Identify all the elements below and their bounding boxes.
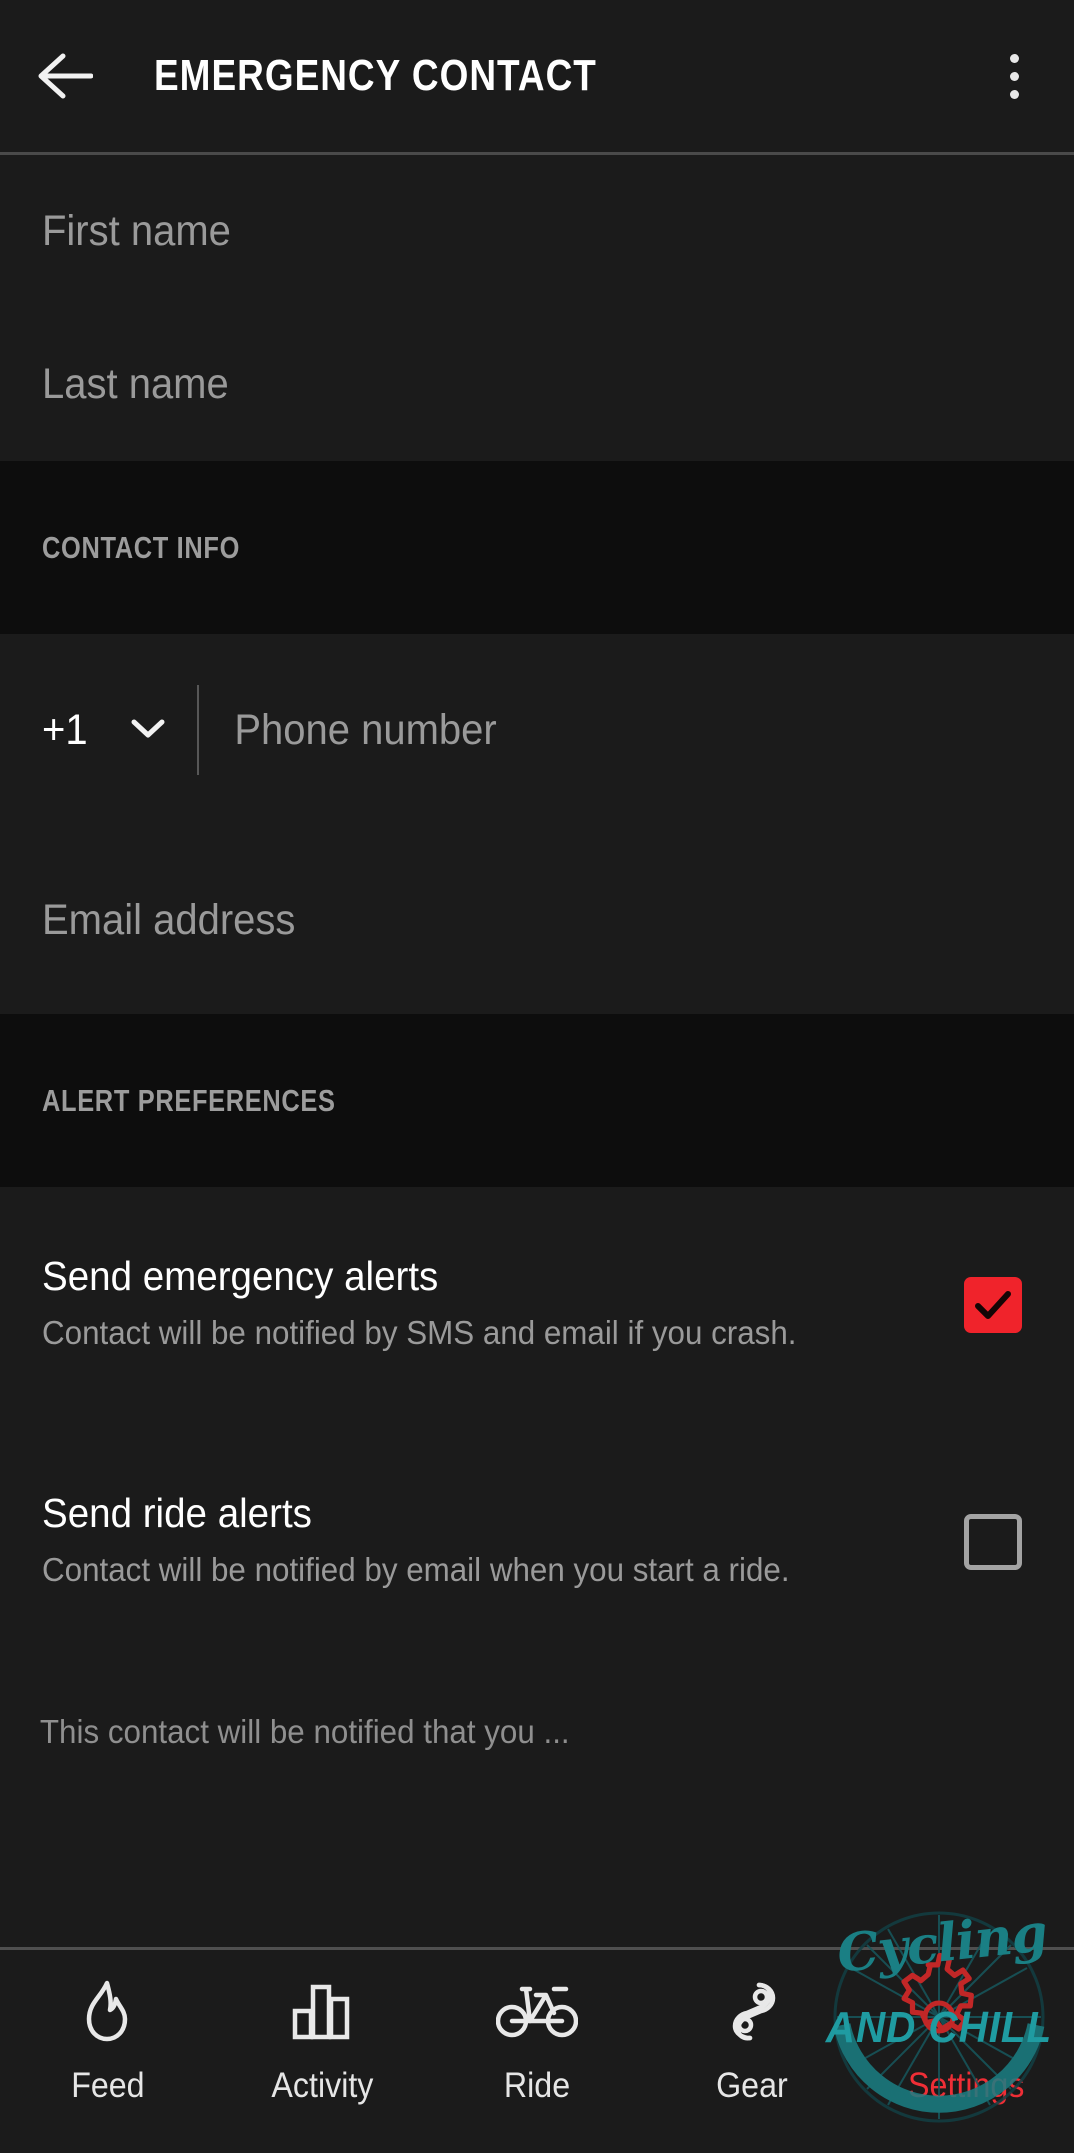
contact-info-section-header: CONTACT INFO [0, 461, 1074, 634]
alert-preferences-section-header: ALERT PREFERENCES [0, 1014, 1074, 1187]
nav-label: Activity [271, 2066, 374, 2105]
ride-alerts-checkbox[interactable] [964, 1514, 1022, 1570]
nav-label: Feed [70, 2066, 145, 2105]
alert-preferences-label: ALERT PREFERENCES [42, 1082, 336, 1118]
emergency-alerts-checkbox[interactable] [964, 1276, 1022, 1333]
alert-title: Send emergency alerts [42, 1252, 439, 1299]
phone-number-row: +1 Phone number [0, 634, 1074, 826]
back-button[interactable] [0, 0, 130, 152]
bottom-nav-divider [0, 1947, 1074, 1950]
alert-row-ride[interactable]: Send ride alerts Contact will be notifie… [0, 1422, 1074, 1662]
bicycle-icon [495, 1976, 578, 2046]
first-name-field[interactable]: First name [0, 155, 1074, 308]
app-header: EMERGENCY CONTACT [0, 0, 1074, 152]
bar-chart-icon [291, 1976, 353, 2046]
check-icon [975, 1290, 1011, 1319]
bottom-navigation-bar: Feed Activity Ride Gear Settings [0, 1950, 1074, 2153]
arrow-left-icon [37, 50, 93, 102]
alert-preferences-footer-note: This contact will be notified that you .… [39, 1713, 570, 1750]
more-vertical-icon-dot [1009, 89, 1019, 99]
overflow-menu-button[interactable] [954, 0, 1074, 152]
alert-description: Contact will be notified by SMS and emai… [42, 1313, 797, 1351]
nav-item-ride[interactable]: Ride [430, 1976, 645, 2106]
nav-item-activity[interactable]: Activity [215, 1976, 430, 2106]
nav-item-settings[interactable]: Settings [859, 1976, 1074, 2106]
alert-text-group: Send ride alerts Contact will be notifie… [42, 1490, 964, 1594]
email-address-placeholder: Email address [42, 895, 296, 944]
alert-description: Contact will be notified by email when y… [42, 1551, 790, 1588]
phone-number-input[interactable]: Phone number [199, 706, 974, 755]
first-name-placeholder: First name [42, 207, 231, 255]
alert-text-group: Send emergency alerts Contact will be no… [42, 1253, 964, 1357]
chevron-down-icon [129, 716, 167, 745]
flame-icon [79, 1976, 135, 2046]
page-title: EMERGENCY CONTACT [154, 51, 597, 100]
last-name-placeholder: Last name [42, 360, 229, 408]
country-code-value: +1 [42, 705, 88, 754]
more-vertical-icon [1009, 53, 1019, 63]
nav-item-gear[interactable]: Gear [644, 1976, 859, 2106]
chain-link-icon [725, 1976, 779, 2046]
emergency-contact-screen: EMERGENCY CONTACT First name Last name C… [0, 0, 1074, 2153]
nav-label: Settings [908, 2066, 1025, 2105]
more-vertical-icon-dot [1009, 71, 1019, 81]
gear-icon [937, 1976, 997, 2046]
contact-info-label: CONTACT INFO [42, 529, 241, 565]
alert-title: Send ride alerts [42, 1490, 312, 1536]
alert-row-emergency[interactable]: Send emergency alerts Contact will be no… [0, 1187, 1074, 1422]
nav-label: Gear [715, 2066, 788, 2105]
nav-label: Ride [503, 2066, 571, 2105]
nav-item-feed[interactable]: Feed [0, 1976, 215, 2106]
country-code-select[interactable]: +1 [42, 706, 195, 755]
phone-number-placeholder: Phone number [234, 705, 497, 754]
form-scroll-area[interactable]: First name Last name CONTACT INFO +1 Pho… [0, 155, 1074, 1948]
email-address-field[interactable]: Email address [0, 826, 1074, 1014]
last-name-field[interactable]: Last name [0, 308, 1074, 461]
